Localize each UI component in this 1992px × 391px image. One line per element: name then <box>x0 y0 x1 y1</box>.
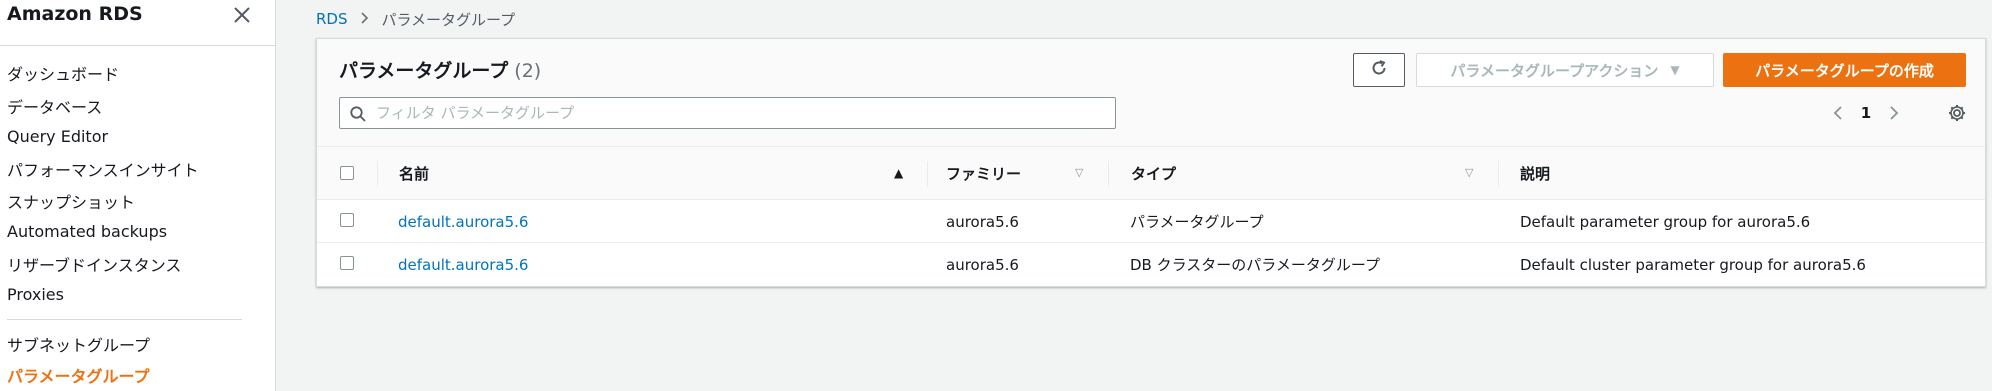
parameter-group-actions-dropdown[interactable]: パラメータグループアクション ▼ <box>1416 53 1714 87</box>
pagination: 1 <box>1827 99 1905 127</box>
row-checkbox[interactable] <box>340 213 354 227</box>
chevron-right-icon <box>360 10 370 28</box>
column-header-family[interactable]: ファミリー <box>946 147 1021 200</box>
sidebar-item-automated-backups[interactable]: Automated backups <box>7 222 167 241</box>
page-number[interactable]: 1 <box>1849 104 1883 122</box>
chevron-right-icon[interactable] <box>1883 99 1905 127</box>
family-cell: aurora5.6 <box>946 255 1019 274</box>
column-header-name[interactable]: 名前 <box>399 147 429 200</box>
breadcrumb-current: パラメータグループ <box>381 10 516 29</box>
search-icon <box>349 105 367 123</box>
column-header-description[interactable]: 説明 <box>1520 147 1550 200</box>
sidebar-item-performance-insights[interactable]: パフォーマンスインサイト <box>7 157 199 181</box>
sidebar-item-reserved-instances[interactable]: リザーブドインスタンス <box>7 252 181 276</box>
column-divider <box>1108 161 1109 187</box>
refresh-icon <box>1370 59 1388 81</box>
panel-count: (2) <box>514 60 542 82</box>
parameter-group-name-link[interactable]: default.aurora5.6 <box>398 200 528 243</box>
actions-label: パラメータグループアクション <box>1450 61 1659 80</box>
parameter-group-name-link[interactable]: default.aurora5.6 <box>398 243 528 286</box>
sidebar-divider <box>7 319 242 320</box>
sidebar-header: Amazon RDS <box>0 0 276 46</box>
panel-title-text: パラメータグループ <box>339 60 509 82</box>
close-icon[interactable] <box>230 3 254 27</box>
breadcrumb-rds-link[interactable]: RDS <box>316 10 348 28</box>
sidebar-title: Amazon RDS <box>7 3 143 25</box>
breadcrumb: RDS パラメータグループ <box>316 9 515 29</box>
description-cell: Default cluster parameter group for auro… <box>1520 255 1866 274</box>
select-all-checkbox[interactable] <box>340 166 354 180</box>
chevron-left-icon[interactable] <box>1827 99 1849 127</box>
sidebar: Amazon RDS ダッシュボード データベース Query Editor パ… <box>0 0 276 391</box>
column-header-type[interactable]: タイプ <box>1131 147 1176 200</box>
type-cell: DB クラスターのパラメータグループ <box>1130 256 1380 274</box>
column-divider <box>377 161 378 187</box>
filter-search-box <box>339 97 1116 129</box>
caret-down-icon: ▼ <box>1670 63 1680 77</box>
sidebar-item-query-editor[interactable]: Query Editor <box>7 127 108 146</box>
sidebar-item-dashboard[interactable]: ダッシュボード <box>7 61 119 85</box>
sidebar-item-databases[interactable]: データベース <box>7 94 102 118</box>
panel-header: パラメータグループ (2) パラメータグループアクション ▼ パラメータグループの… <box>317 39 1985 147</box>
type-cell: パラメータグループ <box>1130 213 1264 231</box>
sidebar-item-snapshots[interactable]: スナップショット <box>7 189 135 213</box>
panel-title: パラメータグループ (2) <box>339 56 541 83</box>
row-checkbox[interactable] <box>340 256 354 270</box>
table-row[interactable]: default.aurora5.6 aurora5.6 DB クラスターのパラメ… <box>317 243 1985 286</box>
sidebar-item-proxies[interactable]: Proxies <box>7 285 64 304</box>
column-divider <box>1498 161 1499 187</box>
create-parameter-group-button[interactable]: パラメータグループの作成 <box>1723 53 1966 87</box>
column-divider <box>927 161 928 187</box>
sidebar-item-subnet-groups[interactable]: サブネットグループ <box>7 332 150 356</box>
description-cell: Default parameter group for aurora5.6 <box>1520 212 1811 231</box>
sort-icon[interactable]: ▽ <box>1465 166 1473 179</box>
gear-icon[interactable] <box>1944 100 1970 126</box>
sort-icon[interactable]: ▽ <box>1075 166 1083 179</box>
filter-input[interactable] <box>376 98 1106 128</box>
family-cell: aurora5.6 <box>946 212 1019 231</box>
refresh-button[interactable] <box>1353 53 1405 87</box>
parameter-groups-panel: パラメータグループ (2) パラメータグループアクション ▼ パラメータグループの… <box>316 38 1986 287</box>
table-header: 名前 ▲ ファミリー ▽ タイプ ▽ 説明 <box>317 147 1985 200</box>
sidebar-item-parameter-groups[interactable]: パラメータグループ <box>7 363 150 387</box>
sort-ascending-icon[interactable]: ▲ <box>894 166 903 180</box>
table-row[interactable]: default.aurora5.6 aurora5.6 パラメータグループ De… <box>317 200 1985 243</box>
